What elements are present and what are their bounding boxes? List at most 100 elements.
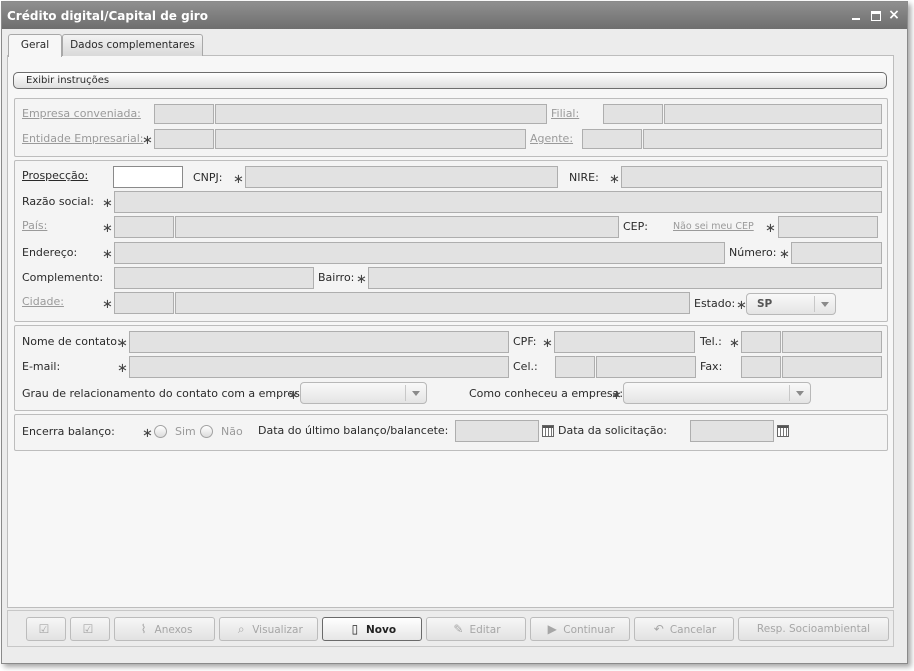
title-bar: Crédito digital/Capital de giro × <box>2 2 907 29</box>
filial-label[interactable]: Filial: <box>551 107 579 120</box>
cidade-code-field <box>114 292 174 314</box>
cnpj-label: CNPJ: <box>193 171 223 184</box>
required-mark: ∗ <box>142 426 153 441</box>
empresa-code-field <box>154 104 214 124</box>
pais-name-field <box>175 216 619 238</box>
bairro-field <box>368 267 882 289</box>
cancelar-label: Cancelar <box>669 624 717 636</box>
cep-field <box>778 216 878 238</box>
calendar-icon[interactable] <box>777 425 789 437</box>
entidade-name-field <box>215 129 526 149</box>
nire-field <box>621 166 882 188</box>
editar-button[interactable]: ✎ Editar <box>426 617 526 641</box>
nire-label: NIRE: <box>569 171 599 184</box>
required-mark: ∗ <box>729 336 740 351</box>
grau-select[interactable] <box>300 382 427 404</box>
required-mark: ∗ <box>102 247 113 262</box>
chevron-down-icon <box>814 296 835 312</box>
cel-label: Cel.: <box>513 360 538 373</box>
bairro-label: Bairro: <box>318 271 355 284</box>
visualizar-button[interactable]: ⌕ Visualizar <box>219 617 318 641</box>
maximize-icon[interactable] <box>869 8 883 22</box>
required-mark: ∗ <box>765 221 776 236</box>
tab-dados-complementares[interactable]: Dados complementares <box>62 34 203 56</box>
cidade-label[interactable]: Cidade: <box>22 295 64 308</box>
novo-button[interactable]: ▯ Novo <box>322 617 422 641</box>
anexos-label: Anexos <box>154 624 193 636</box>
continuar-button[interactable]: ▶ Continuar <box>530 617 630 641</box>
grau-label: Grau de relacionamento do contato com a … <box>22 387 311 400</box>
cep-label: CEP: <box>623 220 648 233</box>
paperclip-icon: ⌇ <box>140 622 147 636</box>
empresa-name-field <box>215 104 547 124</box>
close-icon[interactable]: × <box>887 8 901 22</box>
fax-label: Fax: <box>700 360 723 373</box>
estado-value: SP <box>757 298 773 310</box>
required-mark: ∗ <box>102 297 113 312</box>
numero-field <box>791 242 882 264</box>
encerra-balanco-label: Encerra balanço: <box>22 425 115 438</box>
data-solicitacao-field <box>690 420 774 442</box>
novo-label: Novo <box>365 624 397 636</box>
prospeccao-input[interactable] <box>113 166 183 188</box>
required-mark: ∗ <box>609 172 620 187</box>
cpf-field <box>554 331 695 353</box>
required-mark: ∗ <box>542 336 553 351</box>
tel-ddd-field <box>741 331 781 353</box>
anexos-button[interactable]: ⌇ Anexos <box>114 617 215 641</box>
cnpj-field <box>245 166 558 188</box>
pais-code-field <box>114 216 174 238</box>
nao-sei-cep-link[interactable]: Não sei meu CEP <box>673 221 754 232</box>
play-icon: ▶ <box>547 622 557 636</box>
email-label: E-mail: <box>22 360 61 373</box>
como-conheceu-label: Como conheceu a empresa: <box>469 387 624 400</box>
numero-label: Número: <box>729 246 777 259</box>
cel-ddd-field <box>555 356 595 378</box>
visualizar-label: Visualizar <box>252 624 303 636</box>
entidade-empresarial-label[interactable]: Entidade Empresarial: <box>22 132 144 145</box>
minimize-icon[interactable] <box>849 8 863 22</box>
agente-code-field <box>582 129 642 149</box>
empresa-conveniada-label[interactable]: Empresa conveniada: <box>22 107 141 120</box>
tab-geral[interactable]: Geral <box>8 34 62 57</box>
cancelar-button[interactable]: ↶ Cancelar <box>634 617 734 641</box>
nao-radio[interactable] <box>200 425 213 438</box>
complemento-label: Complemento: <box>22 271 104 284</box>
cpf-label: CPF: <box>513 335 537 348</box>
check-edit-button-2[interactable]: ☑ <box>70 617 110 641</box>
ultimo-balanco-field <box>455 420 539 442</box>
endereco-field <box>114 242 725 264</box>
fax-ddd-field <box>741 356 781 378</box>
undo-arrow-icon: ↶ <box>653 622 664 636</box>
pencil-icon: ✎ <box>453 622 464 636</box>
razao-social-field <box>114 191 882 213</box>
filial-name-field <box>664 104 882 124</box>
resp-socioambiental-button[interactable]: Resp. Socioambiental <box>738 617 889 641</box>
sim-label: Sim <box>175 425 196 438</box>
como-conheceu-select[interactable] <box>623 382 811 404</box>
prospeccao-label[interactable]: Prospecção: <box>22 169 88 182</box>
chevron-down-icon <box>789 385 810 401</box>
estado-select[interactable]: SP <box>746 293 836 315</box>
show-instructions-button[interactable]: Exibir instruções <box>13 72 887 89</box>
agente-label[interactable]: Agente: <box>530 132 573 145</box>
check-edit-icon: ☑ <box>38 622 50 636</box>
calendar-icon[interactable] <box>542 425 554 437</box>
cel-number-field <box>596 356 696 378</box>
tel-number-field <box>782 331 882 353</box>
editar-label: Editar <box>469 624 501 636</box>
show-instructions-label: Exibir instruções <box>26 75 110 86</box>
entidade-code-field <box>154 129 214 149</box>
required-mark: ∗ <box>117 336 128 351</box>
sim-radio[interactable] <box>154 425 167 438</box>
new-document-icon: ▯ <box>351 622 359 636</box>
email-field <box>129 356 509 378</box>
data-solicitacao-label: Data da solicitação: <box>558 424 667 437</box>
required-mark: ∗ <box>102 196 113 211</box>
required-mark: ∗ <box>102 221 113 236</box>
continuar-label: Continuar <box>563 624 615 636</box>
nome-contato-field <box>129 331 509 353</box>
cidade-name-field <box>175 292 690 314</box>
pais-label[interactable]: País: <box>22 219 47 232</box>
check-edit-button-1[interactable]: ☑ <box>26 617 66 641</box>
